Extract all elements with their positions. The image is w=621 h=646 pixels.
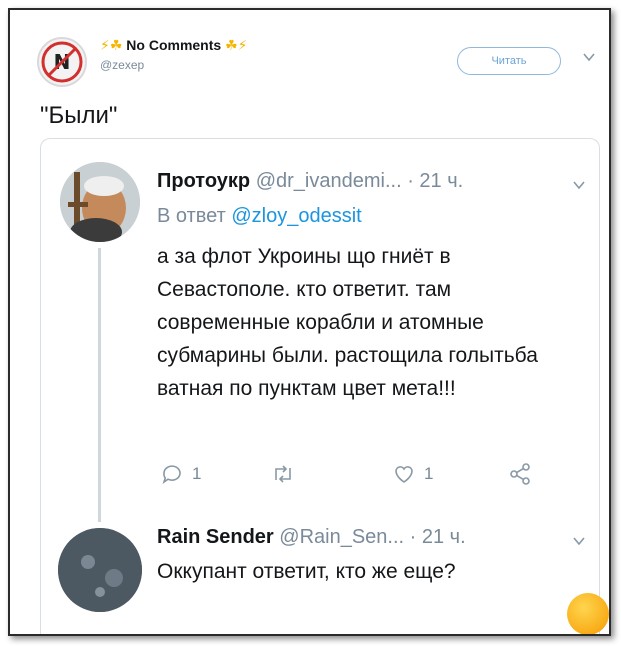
- retweet-action[interactable]: [270, 462, 296, 486]
- emoji-right: ☘⚡: [225, 37, 248, 53]
- reply-header[interactable]: Протоукр @dr_ivandemi... · 21 ч.: [157, 170, 463, 193]
- chevron-down-icon[interactable]: [582, 50, 596, 64]
- user-avatar[interactable]: [60, 162, 140, 242]
- follow-button[interactable]: Читать: [457, 47, 561, 75]
- reply-to-handle-link[interactable]: @zloy_odessit: [231, 205, 361, 227]
- chevron-down-icon[interactable]: [572, 178, 586, 192]
- share-icon: [510, 463, 530, 485]
- reply-action[interactable]: 1: [160, 462, 201, 486]
- reply-header[interactable]: Rain Sender @Rain_Sen... · 21 ч.: [157, 526, 466, 549]
- like-count: 1: [424, 464, 434, 483]
- reply-prefix: В ответ: [157, 205, 226, 227]
- reply-to-line: В ответ @zloy_odessit: [157, 205, 362, 228]
- account-avatar[interactable]: N: [37, 37, 87, 87]
- timestamp[interactable]: · 21 ч.: [410, 526, 466, 548]
- screenshot-frame: N ⚡☘ No Comments ☘⚡ @zexep Читать "Были"…: [8, 8, 611, 636]
- author-name[interactable]: Rain Sender: [157, 526, 274, 548]
- tweet-actions: 1 1: [160, 462, 540, 492]
- timestamp[interactable]: · 21 ч.: [407, 170, 463, 192]
- user-avatar[interactable]: [58, 528, 142, 612]
- tweet-text: "Были": [40, 102, 118, 129]
- author-handle[interactable]: @Rain_Sen...: [279, 526, 404, 548]
- heart-icon: [395, 466, 413, 483]
- chevron-down-icon[interactable]: [572, 534, 586, 548]
- author-handle[interactable]: @dr_ivandemi...: [256, 170, 402, 192]
- reply-body-text: Оккупант ответит, кто же еще?: [157, 560, 456, 583]
- account-display-name[interactable]: ⚡☘ No Comments ☘⚡: [100, 37, 247, 54]
- emoji-left: ⚡☘: [100, 37, 123, 53]
- reply-count: 1: [192, 464, 202, 483]
- display-name-text: No Comments: [126, 37, 222, 53]
- watermark-logo: [567, 593, 609, 634]
- retweet-icon: [275, 465, 291, 483]
- like-action[interactable]: 1: [392, 462, 433, 486]
- share-action[interactable]: [508, 462, 532, 486]
- reply-icon: [162, 465, 181, 484]
- account-handle[interactable]: @zexep: [100, 58, 144, 72]
- author-name[interactable]: Протоукр: [157, 170, 250, 192]
- thread-connector: [98, 248, 101, 522]
- reply-body-text: а за флот Укроины що гниёт в Севастополе…: [157, 245, 538, 400]
